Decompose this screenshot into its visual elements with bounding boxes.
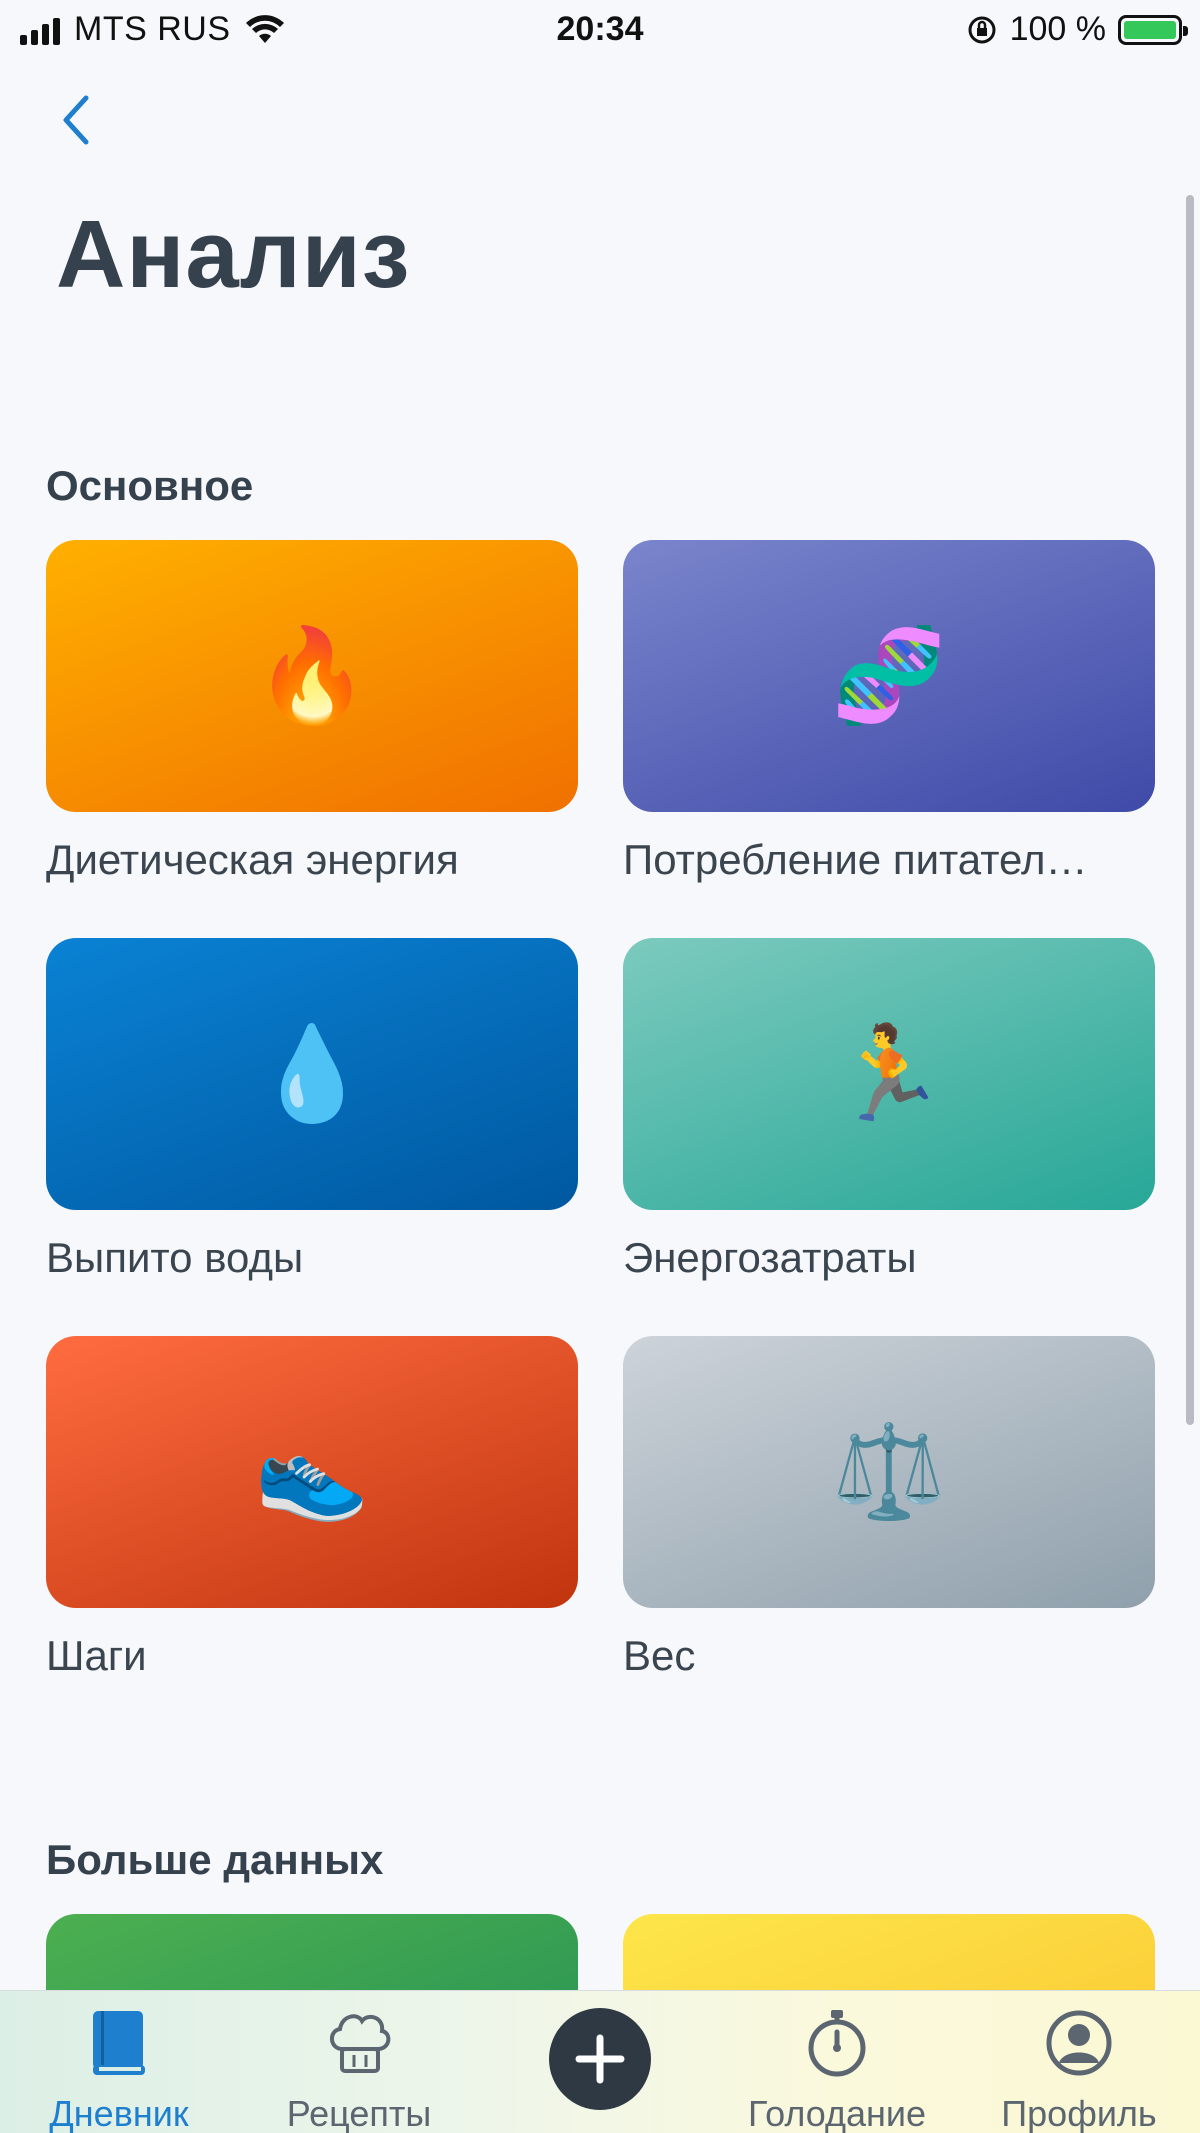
- plus-icon: [575, 2034, 625, 2084]
- diary-book-icon: [93, 2011, 145, 2075]
- page-title: Анализ: [56, 201, 411, 308]
- status-bar: MTS RUS 20:34 100 %: [0, 0, 1200, 62]
- chevron-left-icon: [63, 95, 89, 145]
- card-label-steps: Шаги: [46, 1632, 147, 1679]
- shoe-icon: 👟: [254, 1418, 370, 1525]
- tab-fasting[interactable]: Голодание: [737, 2007, 937, 2133]
- battery-percentage: 100 %: [1009, 10, 1106, 48]
- section-title-more-data: Больше данных: [46, 1836, 384, 1883]
- section-title-basic: Основное: [46, 462, 254, 509]
- tab-label-fasting: Голодание: [748, 2093, 926, 2133]
- card-water-drunk[interactable]: 💧: [46, 938, 578, 1210]
- card-nutrient-intake[interactable]: 🧬: [623, 540, 1155, 812]
- fire-icon: 🔥: [254, 622, 370, 729]
- profile-icon: [1046, 2010, 1112, 2076]
- card-energy-expenditure[interactable]: 🏃: [623, 938, 1155, 1210]
- tab-label-recipes: Рецепты: [286, 2093, 432, 2133]
- stopwatch-icon: [808, 2010, 866, 2077]
- status-right: 100 %: [966, 10, 1188, 49]
- droplet-icon: 💧: [254, 1020, 370, 1127]
- tab-recipes[interactable]: Рецепты: [259, 2007, 459, 2133]
- orientation-lock-icon: [968, 16, 996, 43]
- add-button[interactable]: [549, 2008, 651, 2110]
- chef-hat-icon: [330, 2014, 391, 2073]
- card-label-nutrient-intake: Потребление питател…: [623, 836, 1088, 883]
- card-label-dietary-energy: Диетическая энергия: [46, 836, 459, 883]
- card-weight[interactable]: ⚖️: [623, 1336, 1155, 1608]
- battery-icon: [1118, 14, 1188, 45]
- dna-icon: 🧬: [831, 622, 947, 729]
- tab-diary[interactable]: Дневник: [19, 2007, 219, 2133]
- tab-label-diary: Дневник: [49, 2093, 189, 2133]
- runner-icon: 🏃: [831, 1020, 947, 1127]
- card-label-water-drunk: Выпито воды: [46, 1234, 304, 1281]
- tab-label-profile: Профиль: [1001, 2093, 1157, 2133]
- back-button[interactable]: [56, 90, 106, 150]
- scales-icon: ⚖️: [831, 1418, 947, 1525]
- card-label-energy-expenditure: Энергозатраты: [623, 1234, 917, 1281]
- card-dietary-energy[interactable]: 🔥: [46, 540, 578, 812]
- card-steps[interactable]: 👟: [46, 1336, 578, 1608]
- tab-profile[interactable]: Профиль: [979, 2007, 1179, 2133]
- scrollbar[interactable]: [1186, 195, 1194, 1425]
- card-label-weight: Вес: [623, 1632, 696, 1679]
